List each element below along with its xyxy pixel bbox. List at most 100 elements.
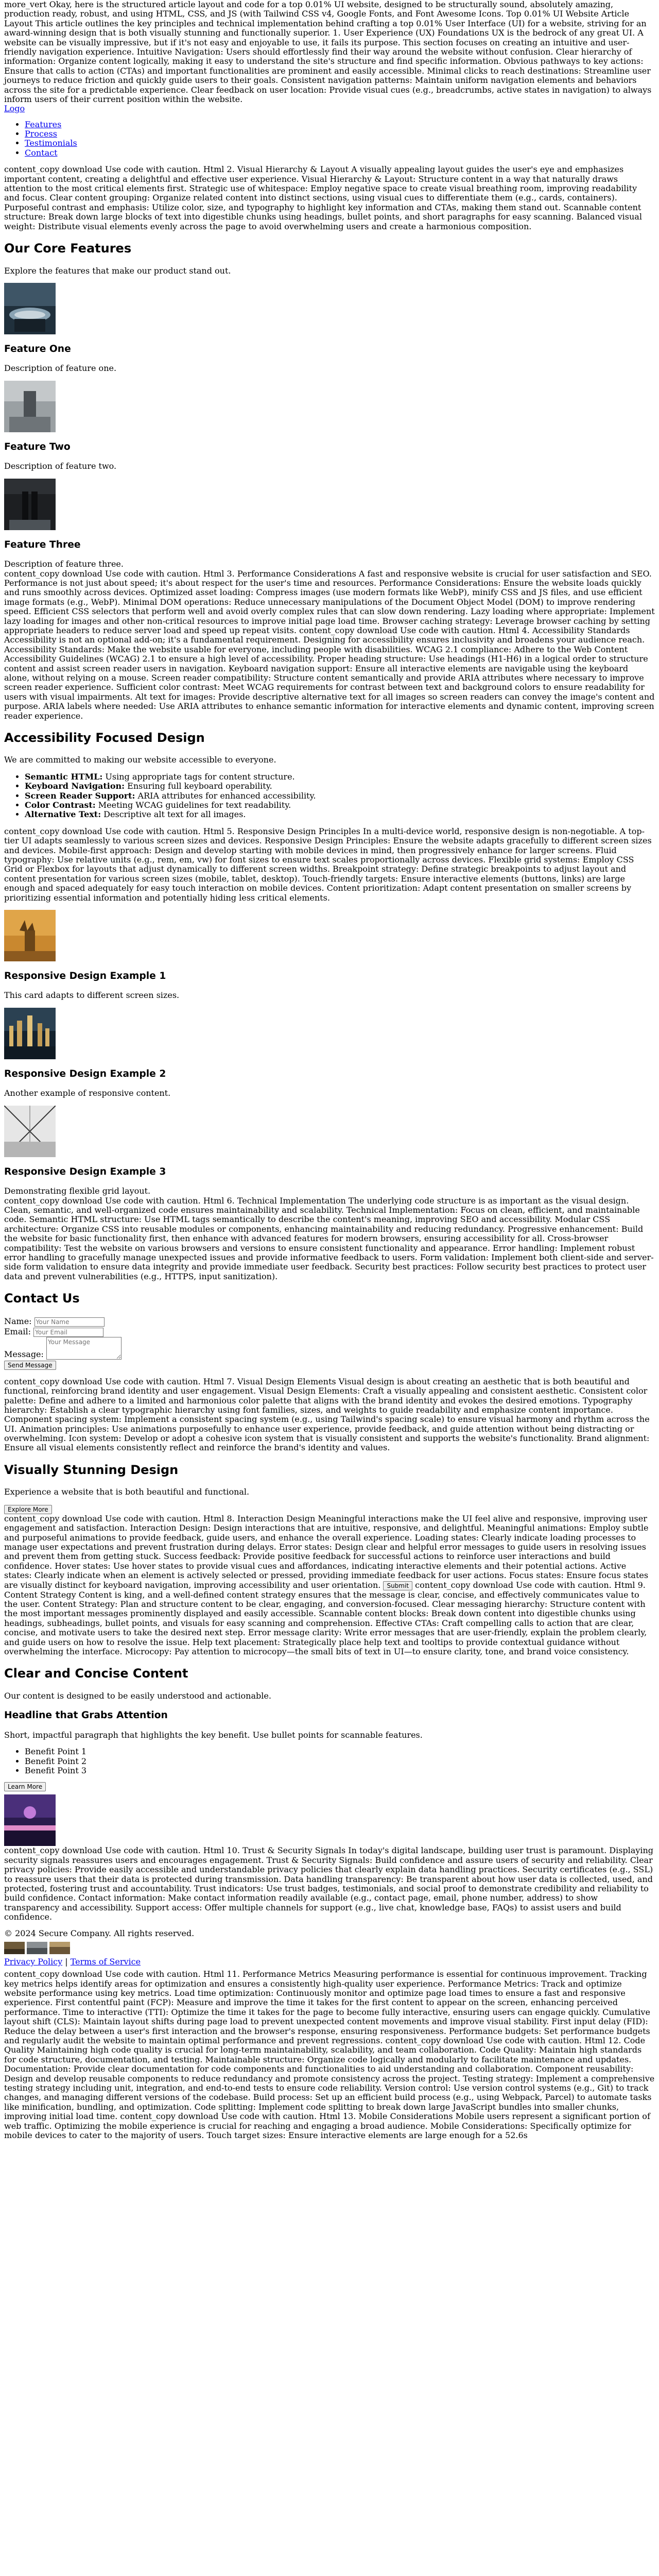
send-row: Send Message — [4, 1360, 655, 1370]
accessibility-heading: Accessibility Focused Design — [4, 730, 205, 745]
accessibility-term: Screen Reader Support: — [25, 790, 135, 801]
footer-separator: | — [62, 1956, 71, 1967]
responsive-two-image — [4, 1007, 56, 1059]
responsive-three-title: Responsive Design Example 3 — [4, 1166, 166, 1177]
list-item: Benefit Point 2 — [25, 1756, 655, 1766]
responsive-principles-text: content_copy download Use code with caut… — [4, 826, 652, 903]
nav-item-process: Process — [25, 129, 655, 139]
feature-two-desc: Description of feature two. — [4, 461, 117, 471]
accessibility-intro: We are committed to making our website a… — [4, 755, 276, 765]
responsive-card-3: Responsive Design Example 3 Demonstratin… — [4, 1105, 655, 1196]
performance-accessibility-text: content_copy download Use code with caut… — [4, 568, 655, 721]
accessibility-term: Keyboard Navigation: — [25, 781, 125, 791]
message-row: Message: — [4, 1336, 655, 1360]
feature-two-title: Feature Two — [4, 441, 71, 452]
clear-concise-intro: Our content is designed to be easily und… — [4, 1690, 271, 1701]
accessibility-term: Color Contrast: — [25, 800, 96, 810]
feature-three-desc: Description of feature three. — [4, 559, 124, 569]
list-item: Benefit Point 1 — [25, 1747, 655, 1756]
name-label: Name: — [4, 1316, 32, 1326]
accessibility-detail: Ensuring full keyboard operability. — [125, 781, 272, 791]
clear-concise-heading: Clear and Concise Content — [4, 1666, 188, 1681]
contact-heading: Contact Us — [4, 1291, 80, 1306]
benefits-list: Benefit Point 1 Benefit Point 2 Benefit … — [4, 1747, 655, 1775]
contact-form: Name: Email: Message: Send Message — [4, 1316, 655, 1370]
accessibility-detail: Descriptive alt text for all images. — [101, 809, 246, 820]
footer-links: Privacy Policy | Terms of Service — [4, 1957, 655, 1967]
name-row: Name: — [4, 1316, 655, 1327]
name-field[interactable] — [34, 1317, 105, 1327]
list-item: Alternative Text: Descriptive alt text f… — [25, 810, 655, 819]
features-intro: Explore the features that make our produ… — [4, 265, 231, 276]
nav-item-testimonials: Testimonials — [25, 139, 655, 148]
feature-two-image — [4, 380, 56, 432]
list-item: Keyboard Navigation: Ensuring full keybo… — [25, 782, 655, 791]
explore-more-button[interactable]: Explore More — [4, 1504, 52, 1514]
trust-badge-image — [49, 1941, 70, 1954]
list-item: Color Contrast: Meeting WCAG guidelines … — [25, 800, 655, 810]
privacy-policy-link[interactable]: Privacy Policy — [4, 1957, 62, 1967]
terms-of-service-link[interactable]: Terms of Service — [71, 1957, 141, 1967]
feature-one-title: Feature One — [4, 343, 71, 354]
performance-metrics-text: content_copy download Use code with caut… — [4, 1969, 655, 2140]
nav-link-process[interactable]: Process — [25, 129, 57, 139]
email-field[interactable] — [33, 1327, 104, 1337]
responsive-one-desc: This card adapts to different screen siz… — [4, 990, 180, 1001]
nav-link-contact[interactable]: Contact — [25, 148, 58, 158]
visual-hierarchy-text: content_copy download Use code with caut… — [4, 164, 642, 231]
accessibility-term: Semantic HTML: — [25, 771, 103, 782]
email-row: Email: — [4, 1327, 655, 1337]
feature-card-3: Feature Three Description of feature thr… — [4, 478, 655, 569]
accessibility-list: Semantic HTML: Using appropriate tags fo… — [4, 772, 655, 820]
logo-link[interactable]: Logo — [4, 104, 25, 113]
nav-link-testimonials[interactable]: Testimonials — [25, 138, 77, 148]
list-item: Semantic HTML: Using appropriate tags fo… — [25, 772, 655, 782]
list-item: Benefit Point 3 — [25, 1766, 655, 1775]
trust-badge-image — [4, 1941, 25, 1954]
accessibility-detail: Meeting WCAG guidelines for text readabi… — [95, 800, 291, 810]
feature-three-image — [4, 478, 56, 530]
visual-design-elements-text: content_copy download Use code with caut… — [4, 1376, 650, 1453]
responsive-card-1: Responsive Design Example 1 This card ad… — [4, 909, 655, 1001]
feature-three-title: Feature Three — [4, 539, 81, 550]
nav-item-contact: Contact — [25, 148, 655, 158]
trust-badges — [4, 1941, 655, 1954]
interaction-design-text: content_copy download Use code with caut… — [4, 1514, 655, 1656]
responsive-two-title: Responsive Design Example 2 — [4, 1068, 166, 1079]
responsive-two-desc: Another example of responsive content. — [4, 1088, 171, 1098]
main-navigation: Features Process Testimonials Contact — [4, 120, 655, 158]
responsive-three-desc: Demonstrating flexible grid layout. — [4, 1186, 151, 1196]
responsive-one-image — [4, 909, 56, 961]
learn-more-button[interactable]: Learn More — [4, 1782, 46, 1792]
feature-card-2: Feature Two Description of feature two. — [4, 380, 655, 471]
trust-security-text: content_copy download Use code with caut… — [4, 1845, 654, 1922]
footer-copyright: © 2024 Secure Company. All rights reserv… — [4, 1928, 195, 1939]
responsive-three-image — [4, 1105, 56, 1157]
interaction-design-body: content_copy download Use code with caut… — [4, 1513, 649, 1590]
visually-stunning-heading: Visually Stunning Design — [4, 1462, 179, 1477]
message-field[interactable] — [46, 1336, 122, 1360]
technical-implementation-text: content_copy download Use code with caut… — [4, 1195, 654, 1281]
trust-badge-image — [27, 1941, 47, 1954]
email-label: Email: — [4, 1326, 31, 1336]
nav-item-features: Features — [25, 120, 655, 129]
headline-paragraph: Short, impactful paragraph that highligh… — [4, 1730, 423, 1740]
feature-card-1: Feature One Description of feature one. — [4, 282, 655, 374]
nav-link-features[interactable]: Features — [25, 120, 61, 129]
submit-button[interactable]: Submit — [383, 1581, 413, 1590]
accessibility-term: Alternative Text: — [25, 809, 101, 820]
intro-article-text: more_vert Okay, here is the structured a… — [4, 0, 652, 104]
send-message-button[interactable]: Send Message — [4, 1360, 56, 1370]
content-strategy-body: content_copy download Use code with caut… — [4, 1580, 647, 1656]
page-root: more_vert Okay, here is the structured a… — [0, 0, 659, 2146]
message-label: Message: — [4, 1349, 44, 1359]
headline-heading: Headline that Grabs Attention — [4, 1710, 168, 1721]
accessibility-detail: ARIA attributes for enhanced accessibili… — [135, 790, 316, 801]
responsive-one-title: Responsive Design Example 1 — [4, 970, 166, 981]
visually-stunning-intro: Experience a website that is both beauti… — [4, 1487, 250, 1497]
list-item: Screen Reader Support: ARIA attributes f… — [25, 791, 655, 801]
accessibility-detail: Using appropriate tags for content struc… — [102, 771, 295, 782]
responsive-card-2: Responsive Design Example 2 Another exam… — [4, 1007, 655, 1098]
features-heading: Our Core Features — [4, 241, 132, 256]
feature-one-image — [4, 282, 56, 334]
